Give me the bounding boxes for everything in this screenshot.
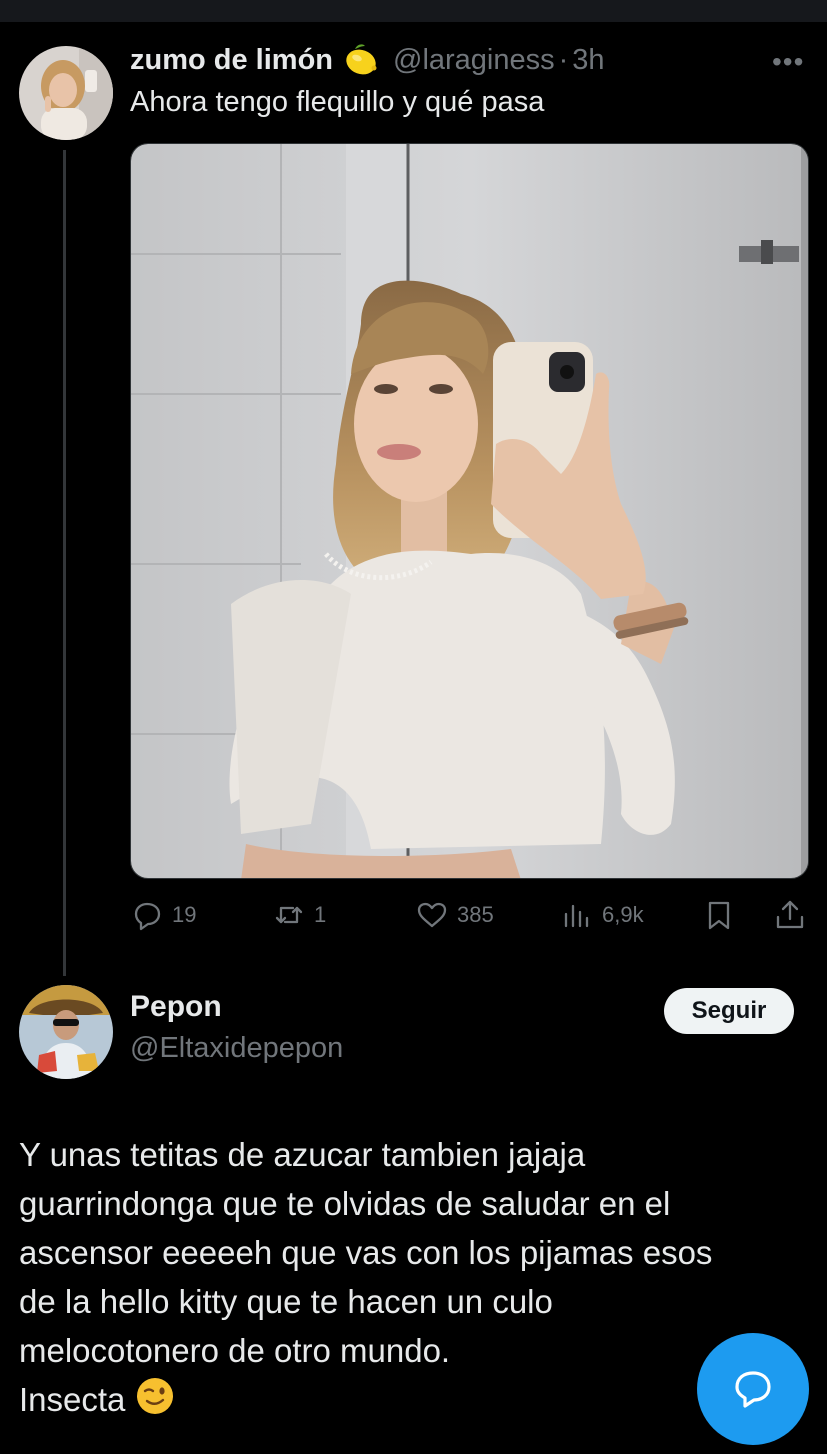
repost-count: 1 [314,902,327,927]
views-action[interactable]: 6,9k [560,893,644,937]
author-handle[interactable]: @laraginess [393,44,555,77]
share-action[interactable] [773,893,807,937]
heart-icon [417,902,447,928]
reply-author-handle[interactable]: @Eltaxidepepon [130,1032,343,1065]
author-avatar[interactable] [19,46,113,140]
post-text: Ahora tengo flequillo y qué pasa [130,86,545,118]
reply-last-line: Insecta [19,1375,799,1429]
reply-text-line: de la hello kitty que te hacen un culo [19,1283,553,1320]
reply-author-avatar[interactable] [19,985,113,1079]
reply-action[interactable]: 19 [130,893,196,937]
reply-count: 19 [172,902,197,927]
bookmark-action[interactable] [702,893,736,937]
compose-reply-button[interactable] [697,1333,809,1445]
reply-text-line: Y unas tetitas de azucar tambien jajaja [19,1136,586,1173]
like-action[interactable]: 385 [415,893,494,937]
author-display-name[interactable]: zumo de limón [130,44,333,77]
follow-button[interactable]: Seguir [664,988,794,1034]
repost-action[interactable]: 1 [272,893,326,937]
repost-icon [275,906,303,924]
lemon-emoji [343,43,379,77]
reply-author-name[interactable]: Pepon [130,990,222,1024]
views-icon [564,904,589,928]
views-count: 6,9k [602,902,644,927]
more-options-icon[interactable]: ••• [772,46,804,78]
post-image[interactable] [130,143,809,879]
reply-text-line: ascensor eeeeeh que vas con los pijamas … [19,1234,713,1271]
post-time[interactable]: 3h [572,44,604,77]
post-header: zumo de limón @laraginess · 3h [130,40,605,80]
thread-connector-line [63,150,66,976]
status-bar-strip [0,0,827,22]
chat-bubble-icon [735,1371,771,1408]
share-icon [776,900,804,929]
winking-face-emoji [135,1376,175,1429]
reply-text: Y unas tetitas de azucar tambien jajaja … [19,1130,799,1429]
header-separator: · [558,43,569,76]
reply-text-line: guarrindonga que te olvidas de saludar e… [19,1185,671,1222]
reply-text-line: Insecta [19,1381,126,1418]
like-count: 385 [457,902,494,927]
reply-icon [134,902,161,931]
bookmark-icon [708,901,730,930]
reply-text-line: melocotonero de otro mundo. [19,1332,451,1369]
